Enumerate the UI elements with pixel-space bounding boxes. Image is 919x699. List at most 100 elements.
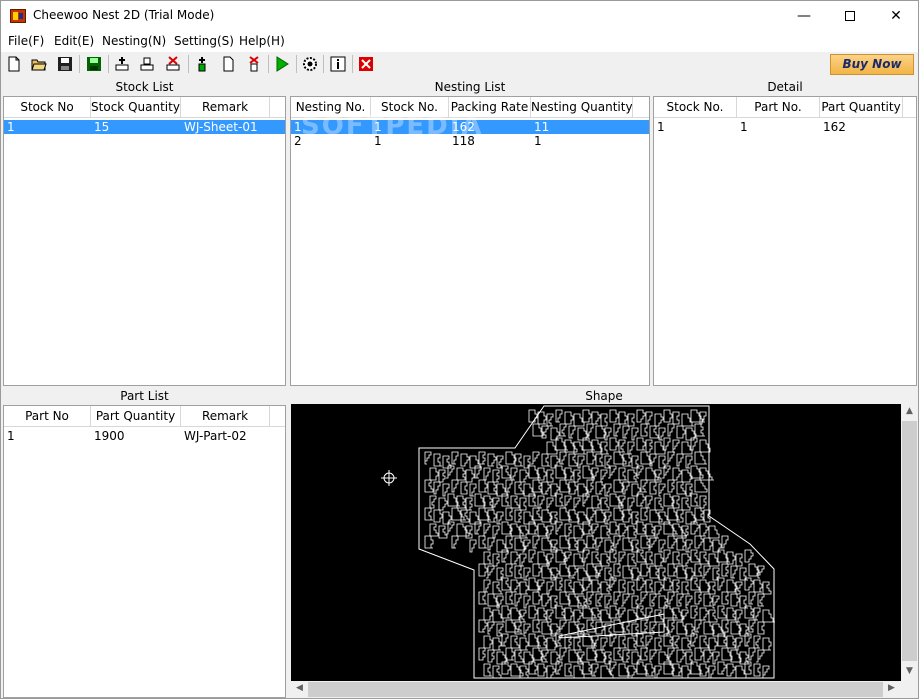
toolbar-separator <box>188 55 189 73</box>
delete-stock-icon[interactable] <box>164 55 182 73</box>
nested-part-outline <box>636 633 645 647</box>
nested-part-outline <box>663 437 671 451</box>
nested-part-outline <box>424 535 434 549</box>
nested-part-outline <box>478 591 487 605</box>
column-header[interactable]: Part Quantity <box>820 97 903 117</box>
column-header[interactable]: Nesting Quantity <box>531 97 633 117</box>
menu-nesting[interactable]: Nesting(N) <box>102 34 166 48</box>
scroll-left-arrow-icon[interactable]: ◀ <box>291 683 308 693</box>
nested-part-outline <box>753 607 761 621</box>
nested-part-outline <box>667 479 675 493</box>
nesting-layout-drawing <box>381 405 775 679</box>
shape-vertical-scrollbar[interactable]: ▲ ▼ <box>901 404 918 681</box>
horizontal-scroll-thumb[interactable] <box>308 682 883 697</box>
add-stock-icon[interactable] <box>113 55 131 73</box>
settings-gear-icon[interactable] <box>301 55 319 73</box>
nested-part-outline <box>505 563 513 577</box>
nested-part-outline <box>672 579 680 593</box>
buy-now-button[interactable]: Buy Now <box>830 54 914 75</box>
nested-part-outline <box>492 469 500 483</box>
nested-part-outline <box>600 665 614 679</box>
column-header[interactable]: Stock No. <box>654 97 737 117</box>
maximize-icon <box>845 11 855 21</box>
nested-part-outline <box>627 441 635 455</box>
info-icon[interactable] <box>329 55 347 73</box>
shape-canvas[interactable] <box>291 404 902 681</box>
add-part-icon[interactable] <box>193 55 211 73</box>
column-header[interactable]: Remark <box>181 97 270 117</box>
maximize-button[interactable] <box>827 1 873 32</box>
nested-part-outline <box>478 563 488 577</box>
table-row[interactable]: 1 1900 WJ-Part-02 <box>4 429 285 443</box>
menu-file[interactable]: File(F) <box>8 34 44 48</box>
table-row[interactable]: 1 15 WJ-Sheet-01 <box>4 120 285 134</box>
scroll-down-arrow-icon[interactable]: ▼ <box>901 666 918 676</box>
delete-part-icon[interactable] <box>245 55 263 73</box>
minimize-button[interactable]: — <box>781 1 827 32</box>
nested-part-outline <box>586 535 596 549</box>
menu-edit[interactable]: Edit(E) <box>54 34 94 48</box>
nested-part-outline <box>483 579 491 593</box>
nested-part-outline <box>622 565 634 579</box>
nested-part-outline <box>531 451 540 465</box>
column-header[interactable]: Part Quantity <box>91 406 181 426</box>
vertical-scroll-thumb[interactable] <box>902 421 917 661</box>
nested-part-outline <box>627 469 638 483</box>
column-header[interactable]: Stock Quantity <box>91 97 181 117</box>
close-button[interactable]: ✕ <box>873 1 919 32</box>
nested-part-outline <box>667 423 675 437</box>
column-header[interactable]: Part No. <box>737 97 820 117</box>
nested-part-outline <box>681 413 694 427</box>
new-file-icon[interactable] <box>5 55 23 73</box>
nested-part-outline <box>595 649 607 663</box>
nested-part-outline <box>762 609 775 623</box>
table-cell: WJ-Sheet-01 <box>184 120 258 134</box>
table-row[interactable]: 1 1 162 <box>654 120 916 134</box>
nested-part-outline <box>699 635 710 649</box>
nested-part-outline <box>654 497 664 511</box>
column-header-spacer <box>270 406 285 426</box>
shape-horizontal-scrollbar[interactable]: ◀ ▶ <box>291 681 901 698</box>
nested-part-outline <box>627 581 635 595</box>
nested-part-outline <box>487 453 497 467</box>
column-header[interactable]: Remark <box>181 406 270 426</box>
save-green-icon[interactable] <box>85 55 103 73</box>
nested-part-outline <box>649 593 657 607</box>
nested-part-outline <box>748 647 756 661</box>
run-nesting-icon[interactable] <box>273 55 291 73</box>
nested-part-outline <box>613 563 621 577</box>
nested-part-outline <box>564 523 572 537</box>
nested-part-outline <box>478 619 488 633</box>
nested-part-outline <box>676 649 686 663</box>
nested-part-outline <box>487 537 495 551</box>
open-folder-icon[interactable] <box>30 55 48 73</box>
nested-part-outline <box>600 637 608 651</box>
nested-part-outline <box>708 637 718 651</box>
save-icon[interactable] <box>56 55 74 73</box>
nested-part-outline <box>663 409 673 423</box>
nested-part-outline <box>694 647 704 661</box>
nested-part-outline <box>627 637 638 651</box>
nested-part-outline <box>613 507 625 521</box>
scroll-right-arrow-icon[interactable]: ▶ <box>883 683 900 693</box>
edit-part-icon[interactable] <box>219 55 237 73</box>
menu-help[interactable]: Help(H) <box>239 34 285 48</box>
exit-icon[interactable] <box>357 55 375 73</box>
edit-stock-icon[interactable] <box>138 55 156 73</box>
scroll-up-arrow-icon[interactable]: ▲ <box>901 406 918 416</box>
nested-part-outline <box>622 537 634 551</box>
column-header[interactable]: Part No <box>4 406 91 426</box>
nested-part-outline <box>591 551 602 565</box>
shape-title: Shape <box>290 388 918 404</box>
nested-part-outline <box>617 551 626 565</box>
nested-part-outline <box>501 521 513 535</box>
nested-part-outline <box>721 647 733 661</box>
toolbar-separator <box>108 55 109 73</box>
nested-part-outline <box>469 539 477 553</box>
column-header[interactable]: Stock No <box>4 97 91 117</box>
nested-part-outline <box>514 593 522 607</box>
nested-part-outline <box>681 665 691 679</box>
nested-part-outline <box>564 579 575 593</box>
menu-setting[interactable]: Setting(S) <box>174 34 234 48</box>
nested-part-outline <box>654 525 662 539</box>
